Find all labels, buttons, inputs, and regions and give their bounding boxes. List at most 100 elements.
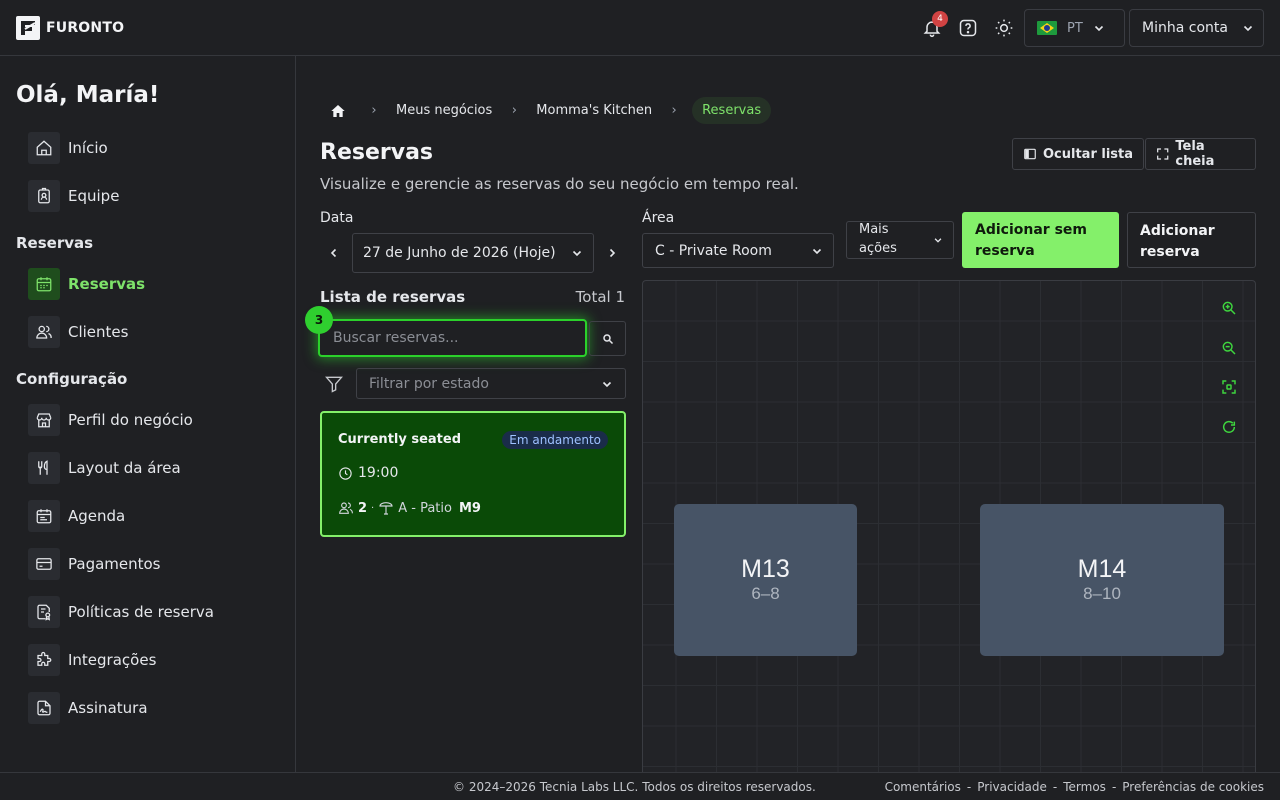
footer-link-cookies[interactable]: Preferências de cookies xyxy=(1122,780,1264,794)
add-reservation-button[interactable]: Adicionar reserva xyxy=(1127,212,1256,268)
date-value: 27 de Junho de 2026 (Hoje) xyxy=(363,245,556,261)
footer: © 2024–2026 Tecnia Labs LLC. Todos os di… xyxy=(0,772,1280,800)
table-capacity: 6–8 xyxy=(751,583,780,603)
notification-count-badge: 4 xyxy=(932,11,948,27)
chevron-left-icon xyxy=(330,248,337,258)
top-bar: FURONTO 4 PT Minha conta xyxy=(0,0,1280,56)
table-name: M13 xyxy=(741,555,790,584)
brand-logo[interactable]: FURONTO xyxy=(16,16,124,40)
zoom-out-icon[interactable] xyxy=(1218,337,1240,359)
floor-table-m14[interactable]: M14 8–10 xyxy=(980,504,1224,656)
theme-toggle-sun-icon[interactable] xyxy=(992,16,1016,40)
chevron-down-icon xyxy=(572,250,582,257)
date-select[interactable]: 27 de Junho de 2026 (Hoje) xyxy=(352,233,594,273)
fullscreen-icon xyxy=(1157,148,1169,160)
page-subtitle: Visualize e gerencie as reservas do seu … xyxy=(320,175,799,193)
sidebar-item-pagamentos[interactable]: Pagamentos xyxy=(28,548,161,580)
clock-icon xyxy=(339,466,352,480)
reservation-card[interactable]: Currently seated Em andamento 19:00 2 · … xyxy=(320,411,626,537)
sidebar-item-integracoes[interactable]: Integrações xyxy=(28,644,156,676)
reservation-time-value: 19:00 xyxy=(358,465,399,481)
footer-link-separator: - xyxy=(1111,780,1117,794)
badge-icon xyxy=(28,180,60,212)
area-name: A - Patio xyxy=(398,500,452,516)
sidebar-item-label: Pagamentos xyxy=(68,555,161,573)
zoom-in-icon[interactable] xyxy=(1218,297,1240,319)
more-actions-dropdown[interactable]: Mais ações xyxy=(846,221,954,259)
agenda-icon xyxy=(28,500,60,532)
account-menu-button[interactable]: Minha conta xyxy=(1129,9,1264,47)
chevron-down-icon xyxy=(934,238,942,243)
more-actions-label-line2: ações xyxy=(859,241,897,256)
breadcrumb: › Meus negócios › Momma's Kitchen › Rese… xyxy=(320,96,772,125)
sidebar: Olá, María! Início Equipe Reservas Reser… xyxy=(0,56,296,772)
fullscreen-label: Tela cheia xyxy=(1175,139,1215,169)
fit-to-screen-icon[interactable] xyxy=(1218,376,1240,398)
utensils-icon xyxy=(28,452,60,484)
sidebar-item-layout-area[interactable]: Layout da área xyxy=(28,452,181,484)
area-value: C - Private Room xyxy=(655,242,772,259)
sidebar-item-label: Perfil do negócio xyxy=(68,411,193,429)
add-walkin-button[interactable]: Adicionar sem reserva xyxy=(962,212,1119,268)
sidebar-item-label: Agenda xyxy=(68,507,126,525)
breadcrumb-separator-icon: › xyxy=(371,103,377,118)
sidebar-item-label: Clientes xyxy=(68,323,129,341)
next-day-button[interactable] xyxy=(598,236,626,270)
calendar-icon xyxy=(28,268,60,300)
sidebar-item-inicio[interactable]: Início xyxy=(28,132,108,164)
chevron-down-icon xyxy=(812,248,822,254)
sidebar-item-label: Políticas de reserva xyxy=(68,603,214,621)
home-icon xyxy=(28,132,60,164)
status-filter-placeholder: Filtrar por estado xyxy=(369,375,489,392)
sidebar-item-reservas[interactable]: Reservas xyxy=(28,268,145,300)
date-label: Data xyxy=(320,210,354,226)
table-capacity: 8–10 xyxy=(1083,583,1121,603)
breadcrumb-meus-negocios[interactable]: Meus negócios xyxy=(392,103,496,118)
puzzle-icon xyxy=(28,644,60,676)
breadcrumb-separator-icon: › xyxy=(671,103,677,118)
fullscreen-button[interactable]: Tela cheia xyxy=(1145,138,1256,170)
status-filter-select[interactable]: Filtrar por estado xyxy=(356,368,626,399)
sidebar-item-label: Reservas xyxy=(68,275,146,293)
reset-view-icon[interactable] xyxy=(1218,416,1240,438)
table-name: M14 xyxy=(1077,555,1127,584)
party-size: 2 xyxy=(358,500,368,516)
previous-day-button[interactable] xyxy=(320,236,348,270)
sidebar-item-assinatura[interactable]: Assinatura xyxy=(28,692,148,724)
sidebar-item-clientes[interactable]: Clientes xyxy=(28,316,128,348)
reservation-name: Currently seated xyxy=(338,432,462,447)
footer-link-privacidade[interactable]: Privacidade xyxy=(977,780,1047,794)
sidebar-item-equipe[interactable]: Equipe xyxy=(28,180,119,212)
sidebar-item-label: Integrações xyxy=(68,651,157,669)
chevron-down-icon xyxy=(1243,25,1253,32)
sidebar-item-perfil-negocio[interactable]: Perfil do negócio xyxy=(28,404,193,436)
help-icon[interactable] xyxy=(956,16,980,40)
search-input[interactable] xyxy=(333,330,573,346)
breadcrumb-mommas-kitchen[interactable]: Momma's Kitchen xyxy=(532,103,656,118)
add-walkin-label-line2: reserva xyxy=(975,243,1035,259)
step-number-badge: 3 xyxy=(305,306,333,334)
breadcrumb-home-icon[interactable] xyxy=(320,96,356,125)
breadcrumb-separator-icon: › xyxy=(511,103,517,118)
footer-links: Comentários - Privacidade - Termos - Pre… xyxy=(885,780,1264,794)
language-selector[interactable]: PT xyxy=(1024,9,1125,47)
sidebar-item-agenda[interactable]: Agenda xyxy=(28,500,125,532)
search-button[interactable] xyxy=(589,321,626,356)
sidebar-item-label: Equipe xyxy=(68,187,120,205)
sidebar-panel-icon xyxy=(1024,148,1036,160)
reservation-list-title: Lista de reservas xyxy=(320,288,466,306)
floor-table-m13[interactable]: M13 6–8 xyxy=(674,504,857,656)
reservation-details: 2 · A - Patio M9 xyxy=(338,500,481,516)
credit-card-icon xyxy=(28,548,60,580)
footer-link-termos[interactable]: Termos xyxy=(1063,780,1106,794)
detail-separator: · xyxy=(371,502,375,514)
area-label: Área xyxy=(642,210,675,226)
footer-link-comentarios[interactable]: Comentários xyxy=(885,780,961,794)
table-number: M9 xyxy=(458,500,481,516)
hide-list-button[interactable]: Ocultar lista xyxy=(1012,138,1145,170)
chevron-down-icon xyxy=(602,381,612,387)
logo-mark-icon xyxy=(16,16,40,40)
breadcrumb-current: Reservas xyxy=(692,97,772,124)
sidebar-item-politicas-reserva[interactable]: Políticas de reserva xyxy=(28,596,214,628)
area-select[interactable]: C - Private Room xyxy=(642,233,834,268)
